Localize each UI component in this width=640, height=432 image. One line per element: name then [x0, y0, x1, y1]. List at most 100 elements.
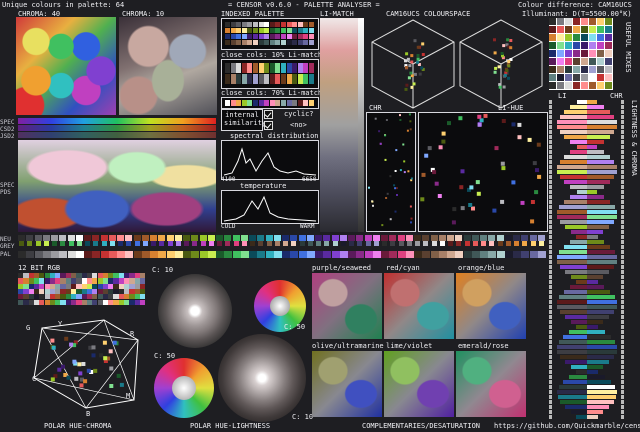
chr-tick [621, 325, 624, 329]
lightness-bar [576, 415, 587, 419]
li-hue-point [517, 135, 522, 140]
bit12-label: 12 BIT RGB [18, 264, 61, 272]
hue-wheel-c10-small [158, 274, 232, 348]
similarity-checkbox[interactable] [264, 110, 273, 119]
hue-wheel-c50-large-center [172, 376, 196, 400]
pds-label: PDS [0, 189, 11, 196]
grey-swatch [109, 241, 115, 246]
lightness-bar [564, 200, 587, 204]
polar-point [69, 342, 74, 347]
close-col-swatch [236, 63, 242, 73]
close-col-swatch [247, 100, 253, 106]
similarity-checkbox-2[interactable] [264, 121, 273, 130]
cam16-point [497, 65, 501, 69]
lightness-bar [570, 240, 587, 244]
indexed-swatch [292, 34, 298, 39]
indexed-swatch [247, 22, 253, 27]
indexed-swatch [303, 34, 309, 39]
close-col-swatch [241, 100, 247, 106]
chr-point [371, 200, 374, 203]
orange-blue-label: orange/blue [458, 264, 505, 272]
chr-tick [621, 415, 624, 419]
pal-swatch [273, 251, 282, 258]
polar-point [91, 353, 96, 358]
chr-tick [621, 165, 624, 169]
indexed-swatch [247, 34, 253, 39]
lightness-bar [557, 255, 587, 259]
li-hue-point [471, 206, 475, 211]
cam16-point [493, 38, 496, 42]
grey-swatch [349, 241, 354, 246]
indexed-swatch [303, 22, 309, 27]
footer-url[interactable]: https://github.com/Quickmarble/censor [494, 422, 640, 430]
pal-swatch [389, 251, 398, 258]
close-col-swatch [241, 74, 247, 84]
chroma-bar [587, 320, 603, 324]
close-col-swatch [253, 63, 258, 73]
cam16-point [498, 85, 502, 89]
mix-swatch [605, 50, 612, 57]
li-hue-point [441, 131, 446, 136]
chr-point [410, 177, 413, 180]
pal-swatch [356, 251, 365, 258]
grey-swatch [423, 241, 429, 246]
rgb12-cell [139, 299, 146, 305]
chr-tick [621, 270, 624, 274]
lime-violet-label: lime/violet [386, 342, 433, 350]
cam16ucs-label: CAM16UCS COLOURSPACE [386, 10, 471, 18]
pal-swatch [364, 251, 373, 258]
mix-swatch [557, 50, 564, 57]
cam16-point [502, 44, 506, 48]
indexed-swatch [269, 40, 275, 45]
close-col-swatch [225, 63, 230, 73]
cam16-point [493, 51, 497, 55]
mix-swatch [597, 18, 604, 25]
grey-swatch [142, 241, 148, 246]
mix-swatch [589, 58, 596, 65]
li-tick [549, 290, 552, 294]
grey-swatch [101, 241, 107, 246]
close-col-swatch [281, 100, 286, 106]
indexed-swatch [297, 28, 303, 33]
chr-point [399, 169, 402, 172]
grey-swatch [134, 241, 140, 246]
lightness-bar [557, 345, 587, 349]
pal-swatch [199, 251, 208, 258]
li-hue-point [421, 172, 426, 177]
grey-swatch [332, 241, 338, 246]
li-hue-point [458, 116, 463, 121]
indexed-swatch [258, 22, 264, 27]
lightness-bar [560, 115, 587, 119]
indexed-swatch [286, 34, 292, 39]
close-col-swatch [286, 100, 292, 106]
indexed-swatch [303, 28, 309, 33]
chr-tick [621, 200, 624, 204]
wheel-c50a-label: C: 50 [284, 323, 306, 331]
chroma-bar [587, 345, 617, 349]
temp-cold: COLD [221, 223, 236, 230]
red-cyan-label: red/cyan [386, 264, 420, 272]
lightness-bar [564, 290, 587, 294]
indexed-swatch [247, 28, 253, 33]
cam16-point [493, 70, 497, 74]
close-col-swatch [281, 63, 286, 73]
mix-swatch [605, 42, 612, 49]
chr-tick [621, 365, 624, 369]
chroma-bar [587, 170, 617, 174]
polar-point [50, 377, 55, 382]
indexed-swatch [236, 40, 242, 45]
close-cols-70-label: close cols: 70% Li-match [221, 89, 323, 97]
indexed-swatch [230, 28, 236, 33]
polar-point [61, 364, 65, 369]
mix-swatch [573, 74, 580, 81]
grey-swatch [159, 241, 165, 246]
mix-swatch [549, 26, 556, 33]
mix-swatch [597, 42, 604, 49]
grey-swatch [514, 241, 519, 246]
mix-swatch [605, 58, 612, 65]
chr-tick [621, 160, 624, 164]
li-hue-plot [418, 112, 548, 232]
indexed-swatch [225, 22, 230, 27]
li-tick [549, 305, 552, 309]
cam16-point [410, 54, 414, 58]
